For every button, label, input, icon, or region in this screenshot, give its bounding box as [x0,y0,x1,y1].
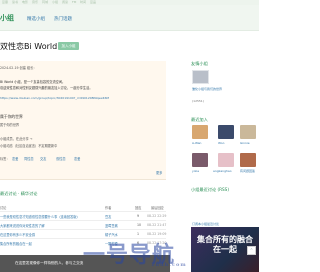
sidebar-recent-members-title: 最近加入 [191,117,208,122]
column-header-author: 作者 [105,206,112,210]
column-header-replies: 回应 [135,206,142,210]
nav-link-hot-topics[interactable]: 热门话题 [54,16,72,22]
group-description-line: Bi World 小组，是一个友善包容的交流空间。 [0,80,66,84]
column-header-last-reply: 最后回应 [151,206,164,210]
discussion-time: 08-22 22:29 [147,214,167,218]
group-name-link[interactable]: 雏化小组与我们的世界 [192,87,222,91]
discussion-time: 08-22 21:47 [147,223,167,227]
tag-link[interactable]: 交友 [40,156,46,161]
watermark-url: 1hdh.com [151,262,187,268]
avatar[interactable] [218,153,234,167]
discussion-author[interactable]: 豆友 [105,214,111,219]
discussion-title[interactable]: 大家都来说说你对双性恋的了解 [0,223,45,228]
avatar[interactable] [240,125,256,139]
member-name[interactable]: Ginnie [240,141,250,145]
sidebar-friend-groups-title: 友情小组 [191,61,208,66]
sidebar-rss-title[interactable]: 小组最近讨论 (RSS) [191,187,229,193]
discussion-author[interactable]: 蓝莓豆酱 [105,223,118,228]
rss-subscribe-link[interactable]: 订阅本小组最近讨论 [192,222,219,226]
tag-link[interactable]: 同性恋 [24,156,34,161]
group-note-line: 小组动态（社区自治宣言）不定期更新中 [0,144,58,148]
column-header-topic: 讨论 [0,206,7,210]
more-link[interactable]: 更多 [156,170,162,175]
discussion-title[interactable]: 在这里你有多少不安全感 [0,232,35,237]
discussion-section-header[interactable]: 最近讨论 · 精华讨论 [0,191,38,197]
avatar[interactable] [240,153,256,167]
tag-link[interactable]: 恋爱 [74,156,80,161]
discussion-reply-count: 1 [137,232,140,236]
join-group-button[interactable]: 加入小组 [58,42,79,50]
tag-link[interactable]: 恋爱 [12,156,18,161]
member-name[interactable]: angkanghao [213,169,232,173]
bottom-promo-text: 在这里发现像你一样特别的人，参与之交流 [15,261,84,265]
page-title: 双性恋Bi World [0,42,58,51]
avatar[interactable] [218,125,234,139]
member-name[interactable]: A-Wan [192,141,201,145]
tag-link[interactable]: 双性恋 [56,156,66,161]
group-thumbnail[interactable] [192,70,209,84]
tags-label: 标签： [0,157,10,161]
discussion-title[interactable]: 一些我是双性恋才知道双性恋想要什么事（连续回答版） [0,214,80,219]
member-name[interactable]: yixie [192,169,199,173]
group-note-line: 小组成员，在此分享 → [0,137,33,141]
brand-logo[interactable]: 小组 [0,13,14,23]
divider [0,229,166,230]
member-name[interactable]: Woo [218,141,224,145]
divider [0,220,166,221]
scroll-top-button[interactable]: ⌃ [247,246,256,255]
discussion-reply-count: 9 [137,214,140,218]
group-description-line: 欢迎双性恋和对性别议题感兴趣的朋友加入讨论，一起分享生活。 [0,86,93,90]
group-link[interactable]: https://www.douban.com/group/topic/30201… [0,96,109,100]
nav-link-featured[interactable]: 精选小组 [27,16,45,22]
discussion-title[interactable]: 集合所有的融合在一起 [0,241,32,246]
member-name[interactable]: 有问题回答 [240,169,255,173]
group-subtitle-line: 属于你的世界 [0,123,20,127]
group-meta: 2024-02-19 创建 组长： [0,66,37,70]
group-member-count: (12551) [192,99,204,103]
group-info-box: 2024-02-19 创建 组长： Bi World 小组，是一个友善包容的交流… [0,61,166,180]
site-header: 小组 精选小组 热门话题 [0,5,259,31]
avatar[interactable] [192,125,208,139]
group-subtitle: 属于你的世界 [0,114,23,119]
divider [0,211,166,212]
avatar[interactable] [192,153,208,167]
discussion-time: 08-22 19:09 [147,232,167,236]
discussion-reply-count: 10 [137,223,142,227]
